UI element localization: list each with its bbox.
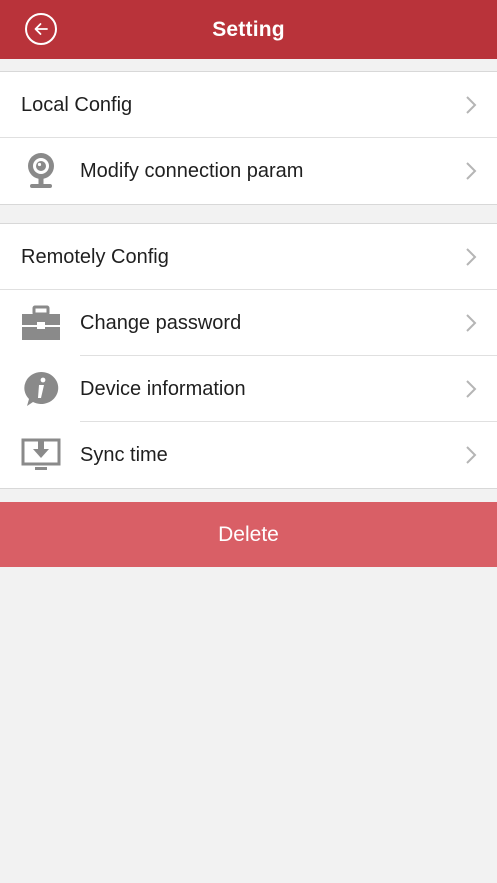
modify-connection-param-label: Modify connection param [80,159,304,182]
back-arrow-icon [34,23,48,35]
header-bar: Setting [0,0,497,59]
back-button[interactable] [25,13,57,45]
chevron-right-icon [466,96,477,114]
chevron-right-icon [466,248,477,266]
change-password-row[interactable]: Change password [0,290,497,356]
chevron-right-icon [466,314,477,332]
sync-time-row[interactable]: Sync time [0,422,497,488]
info-bubble-icon [21,369,61,409]
remotely-config-row[interactable]: Remotely Config [0,224,497,290]
delete-button[interactable]: Delete [0,502,497,567]
monitor-download-icon [21,435,61,475]
remotely-config-label: Remotely Config [21,245,169,268]
chevron-right-icon [466,380,477,398]
sync-time-label: Sync time [80,443,168,466]
modify-connection-param-row[interactable]: Modify connection param [0,138,497,204]
device-information-row[interactable]: Device information [0,356,497,422]
chevron-right-icon [466,446,477,464]
page-title: Setting [212,17,285,41]
local-config-label: Local Config [21,93,133,116]
local-config-row[interactable]: Local Config [0,72,497,138]
device-information-label: Device information [80,377,246,400]
webcam-icon [21,151,61,191]
toolbox-icon [21,303,61,343]
local-config-group: Local Config Modify connection param [0,71,497,205]
change-password-label: Change password [80,311,242,334]
chevron-right-icon [466,162,477,180]
remote-config-group: Remotely Config Change password Device i… [0,223,497,489]
